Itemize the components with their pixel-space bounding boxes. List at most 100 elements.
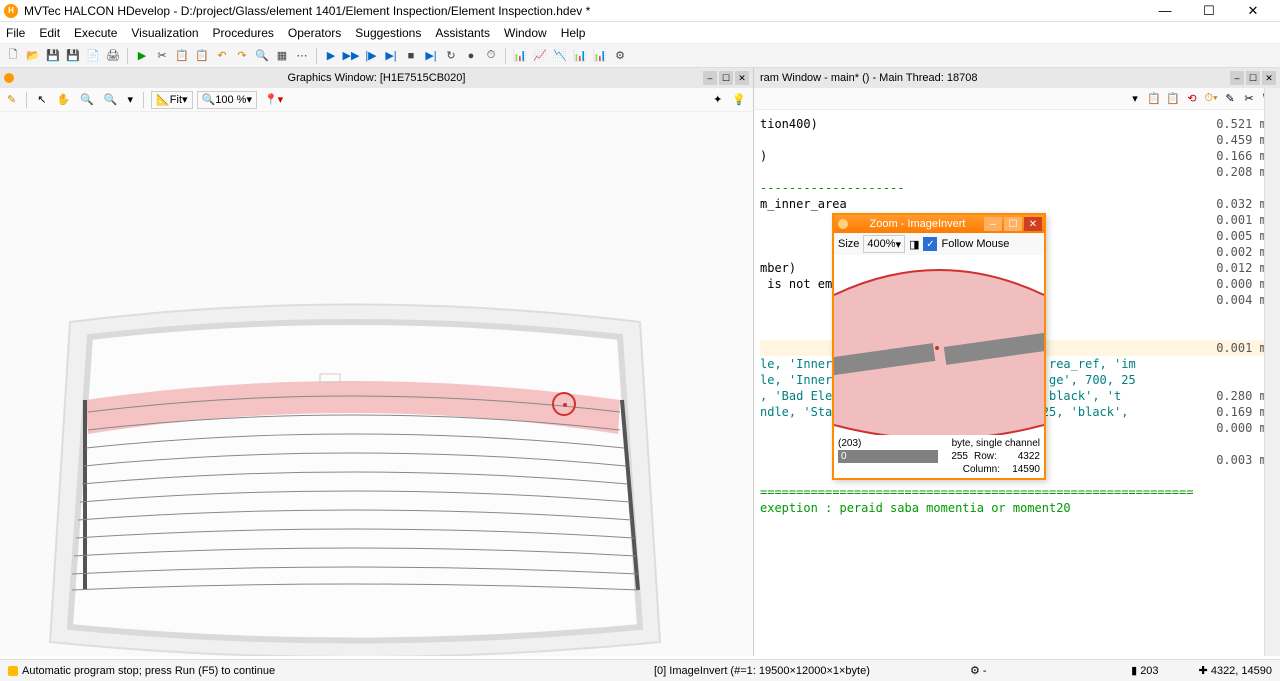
graphics-toolbar: ✎ ↖ ✋ 🔍 🔍 ▾ 📐 Fit ▾ 🔍 100 % ▾ 📍▾ ✦ 💡 <box>0 88 753 112</box>
grid-icon[interactable]: ▦ <box>273 47 291 65</box>
skip-icon[interactable]: ▶| <box>422 47 440 65</box>
pin-icon[interactable]: 📍▾ <box>261 91 286 109</box>
reset-icon[interactable]: ↻ <box>442 47 460 65</box>
cut-icon[interactable]: ✂ <box>153 47 171 65</box>
undo-icon[interactable]: ↶ <box>213 47 231 65</box>
status-gear-icon[interactable]: ⚙ - <box>970 664 1000 677</box>
tool2-icon[interactable]: ✂ <box>1241 91 1257 107</box>
panel-icon <box>4 73 14 83</box>
paste-code-icon[interactable]: 📋 <box>1165 91 1181 107</box>
new-icon[interactable]: 🗋 <box>4 47 22 65</box>
save-icon[interactable]: 💾 <box>44 47 62 65</box>
run-icon[interactable]: ▶ <box>133 47 151 65</box>
separator <box>316 48 317 64</box>
chart5-icon[interactable]: 📊 <box>591 47 609 65</box>
zoom-dropdown[interactable]: 🔍 100 % ▾ <box>197 91 257 109</box>
breakpoint-icon[interactable]: ● <box>462 47 480 65</box>
menu-procedures[interactable]: Procedures <box>213 26 274 40</box>
file-path: D:/project/Glass/element 1401/Element In… <box>181 4 591 18</box>
zoom-info-row2: 0 255 Row: 4322 <box>838 450 1040 463</box>
pan-icon[interactable]: ✋ <box>53 91 73 109</box>
zoom-in-icon[interactable]: 🔍 <box>77 91 97 109</box>
refresh-icon[interactable]: ⟲ <box>1184 91 1200 107</box>
panel-close-icon[interactable]: ✕ <box>1262 71 1276 85</box>
menu-suggestions[interactable]: Suggestions <box>355 26 421 40</box>
zoom-info: (203) byte, single channel 0 255 Row: 43… <box>834 435 1044 478</box>
zoom-max-icon[interactable]: ☐ <box>1004 217 1022 231</box>
menu-visualization[interactable]: Visualization <box>131 26 198 40</box>
size-label: Size <box>838 238 859 250</box>
panel-max-icon[interactable]: ☐ <box>1246 71 1260 85</box>
close-button[interactable]: ✕ <box>1240 2 1266 20</box>
copy-icon[interactable]: 📋 <box>173 47 191 65</box>
glass-image <box>0 112 753 656</box>
scrollbar[interactable] <box>1264 88 1280 656</box>
zoom-min-icon[interactable]: – <box>984 217 1002 231</box>
follow-label: Follow Mouse <box>941 238 1009 250</box>
save-all-icon[interactable]: 💾 <box>64 47 82 65</box>
stopwatch-icon[interactable]: ⏱▾ <box>1203 91 1219 107</box>
print-icon[interactable]: 🖨 <box>104 47 122 65</box>
panel-max-icon[interactable]: ☐ <box>719 71 733 85</box>
zoom-out-icon[interactable]: 🔍 <box>101 91 121 109</box>
minimize-button[interactable]: — <box>1152 2 1178 20</box>
panel-close-icon[interactable]: ✕ <box>735 71 749 85</box>
dropdown-icon[interactable]: ▾ <box>1127 91 1143 107</box>
zoom-svg <box>834 255 1044 435</box>
menu-help[interactable]: Help <box>561 26 586 40</box>
menu-operators[interactable]: Operators <box>288 26 341 40</box>
chart2-icon[interactable]: 📈 <box>531 47 549 65</box>
doc-icon[interactable]: 📄 <box>84 47 102 65</box>
size-select[interactable]: 400% ▾ <box>863 235 905 253</box>
wand-icon[interactable]: ✦ <box>710 91 725 109</box>
timer-icon[interactable]: ⏱ <box>482 47 500 65</box>
copy-code-icon[interactable]: 📋 <box>1146 91 1162 107</box>
step-into-icon[interactable]: ▶| <box>382 47 400 65</box>
dropdown-icon[interactable]: ▾ <box>125 91 137 109</box>
graphics-canvas[interactable] <box>0 112 753 656</box>
paste-icon[interactable]: 📋 <box>193 47 211 65</box>
zoom-close-icon[interactable]: ✕ <box>1024 217 1042 231</box>
chart3-icon[interactable]: 📉 <box>551 47 569 65</box>
step-over-icon[interactable]: |▶ <box>362 47 380 65</box>
open-icon[interactable]: 📂 <box>24 47 42 65</box>
program-panel-title: ram Window - main* () - Main Thread: 187… <box>754 68 1280 88</box>
zoom-image <box>834 255 1044 435</box>
play-icon[interactable]: ▶ <box>322 47 340 65</box>
chart4-icon[interactable]: 📊 <box>571 47 589 65</box>
follow-checkbox[interactable]: ✓ <box>923 237 937 251</box>
tool1-icon[interactable]: ✎ <box>1222 91 1238 107</box>
menu-assistants[interactable]: Assistants <box>435 26 490 40</box>
menu-edit[interactable]: Edit <box>39 26 60 40</box>
status-coords: ✚ 4322, 14590 <box>1199 664 1272 677</box>
zoom-titlebar[interactable]: Zoom - ImageInvert – ☐ ✕ <box>834 215 1044 233</box>
pencil-icon[interactable]: ✎ <box>4 91 19 109</box>
chart1-icon[interactable]: 📊 <box>511 47 529 65</box>
graphics-pane: ✎ ↖ ✋ 🔍 🔍 ▾ 📐 Fit ▾ 🔍 100 % ▾ 📍▾ ✦ 💡 <box>0 88 754 656</box>
status-coords-value: 4322, 14590 <box>1211 665 1272 677</box>
fit-dropdown[interactable]: 📐 Fit ▾ <box>151 91 192 109</box>
graphics-panel-buttons: – ☐ ✕ <box>703 71 749 85</box>
separator <box>143 92 144 108</box>
redo-icon[interactable]: ↷ <box>233 47 251 65</box>
panel-min-icon[interactable]: – <box>1230 71 1244 85</box>
aspect-icon[interactable]: ◨ <box>909 238 919 251</box>
cursor-icon[interactable]: ↖ <box>34 91 49 109</box>
menu-execute[interactable]: Execute <box>74 26 117 40</box>
size-value: 400% <box>867 238 895 250</box>
defect-marker <box>552 392 576 416</box>
stop-icon[interactable]: ■ <box>402 47 420 65</box>
search-icon[interactable]: 🔍 <box>253 47 271 65</box>
chart6-icon[interactable]: ⚙ <box>611 47 629 65</box>
main-toolbar: 🗋 📂 💾 💾 📄 🖨 ▶ ✂ 📋 📋 ↶ ↷ 🔍 ▦ ⋯ ▶ ▶▶ |▶ ▶|… <box>0 44 1280 68</box>
panel-min-icon[interactable]: – <box>703 71 717 85</box>
menu-window[interactable]: Window <box>504 26 547 40</box>
program-title-text: ram Window - main* () - Main Thread: 187… <box>760 72 977 84</box>
menu-file[interactable]: File <box>6 26 25 40</box>
play-fast-icon[interactable]: ▶▶ <box>342 47 360 65</box>
app-name: MVTec HALCON HDevelop <box>24 4 170 18</box>
col-label: Column: <box>963 463 1000 476</box>
bulb-icon[interactable]: 💡 <box>729 91 749 109</box>
more-icon[interactable]: ⋯ <box>293 47 311 65</box>
maximize-button[interactable]: ☐ <box>1196 2 1222 20</box>
